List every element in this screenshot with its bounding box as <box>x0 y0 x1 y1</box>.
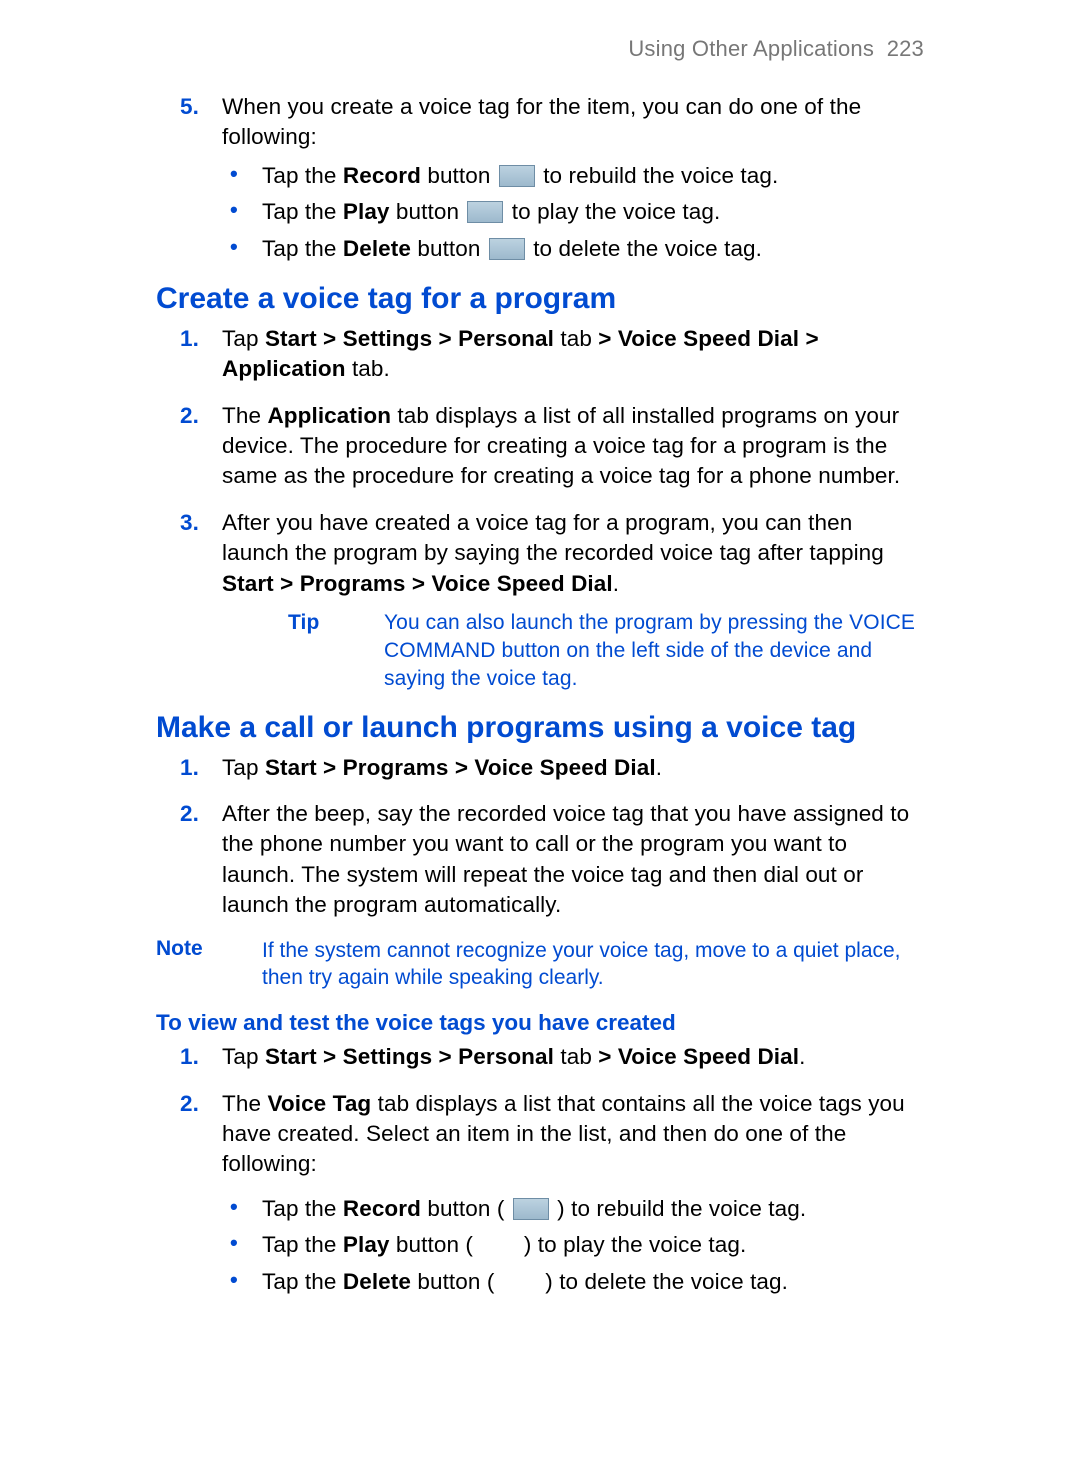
record-icon <box>513 1198 549 1220</box>
note-body: If the system cannot recognize your voic… <box>262 937 924 993</box>
sectionC-step-2: The Voice Tag tab displays a list that c… <box>156 1089 924 1297</box>
sectionB-step-2: After the beep, say the recorded voice t… <box>156 799 924 921</box>
sectionC-bullets: Tap the Record button ( ) to rebuild the… <box>222 1194 924 1297</box>
sectionA-step-1: Tap Start > Settings > Personal tab > Vo… <box>156 324 924 385</box>
page-number: 223 <box>887 36 924 61</box>
play-label: Play <box>343 199 390 224</box>
record-icon <box>499 165 535 187</box>
intro-continued-list: When you create a voice tag for the item… <box>156 92 924 264</box>
delete-icon <box>489 238 525 260</box>
tip-label: Tip <box>288 609 360 693</box>
bullet-record-2: Tap the Record button ( ) to rebuild the… <box>222 1194 924 1224</box>
note-label: Note <box>156 937 238 993</box>
tip-body: You can also launch the program by press… <box>384 609 924 693</box>
step-5-bullets: Tap the Record button to rebuild the voi… <box>222 161 924 264</box>
sectionB-step-1: Tap Start > Programs > Voice Speed Dial. <box>156 753 924 783</box>
bullet-record: Tap the Record button to rebuild the voi… <box>222 161 924 191</box>
heading-make-call: Make a call or launch programs using a v… <box>156 711 924 745</box>
step-5: When you create a voice tag for the item… <box>156 92 924 264</box>
running-header: Using Other Applications 223 <box>156 36 924 62</box>
sectionA-list: Tap Start > Settings > Personal tab > Vo… <box>156 324 924 693</box>
manual-page: Using Other Applications 223 When you cr… <box>0 0 1080 1463</box>
bullet-delete-2: Tap the Delete button ( ) to delete the … <box>222 1267 924 1297</box>
bullet-delete: Tap the Delete button to delete the voic… <box>222 234 924 264</box>
sectionA-step-2: The Application tab displays a list of a… <box>156 401 924 492</box>
step-5-text: When you create a voice tag for the item… <box>222 94 861 149</box>
sectionC-step-1: Tap Start > Settings > Personal tab > Vo… <box>156 1042 924 1072</box>
bullet-play-2: Tap the Play button ( ) to play the voic… <box>222 1230 924 1260</box>
note-block: Note If the system cannot recognize your… <box>156 937 924 993</box>
play-icon <box>467 201 503 223</box>
delete-label: Delete <box>343 236 411 261</box>
tip-block: Tip You can also launch the program by p… <box>222 609 924 693</box>
heading-create-program: Create a voice tag for a program <box>156 282 924 316</box>
bullet-play: Tap the Play button to play the voice ta… <box>222 197 924 227</box>
section-title: Using Other Applications <box>628 36 874 61</box>
sectionB-list: Tap Start > Programs > Voice Speed Dial.… <box>156 753 924 921</box>
heading-view-test: To view and test the voice tags you have… <box>156 1010 924 1036</box>
record-label: Record <box>343 163 421 188</box>
sectionC-list: Tap Start > Settings > Personal tab > Vo… <box>156 1042 924 1297</box>
sectionA-step-3: After you have created a voice tag for a… <box>156 508 924 693</box>
